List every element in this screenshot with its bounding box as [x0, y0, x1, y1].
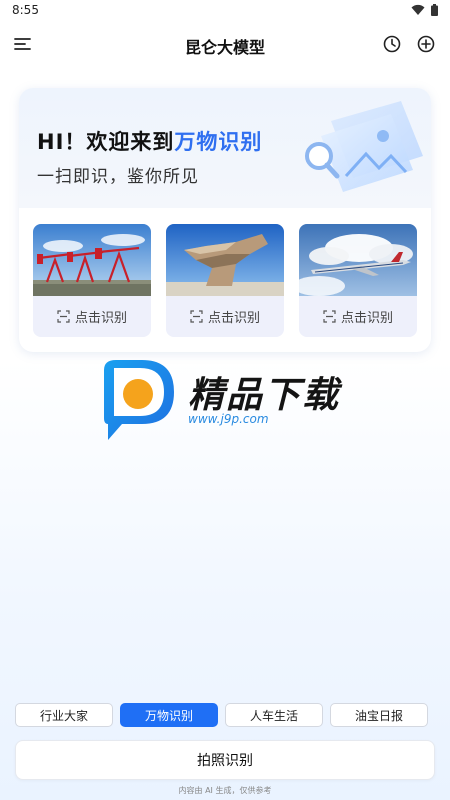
tab-industry-expert[interactable]: 行业大家 [15, 703, 113, 727]
image-search-illustration-icon [305, 101, 423, 192]
tab-daily-report[interactable]: 油宝日报 [330, 703, 428, 727]
scan-icon [190, 310, 203, 323]
wifi-icon [411, 4, 425, 15]
welcome-prefix: HI！欢迎来到 [37, 130, 175, 154]
rock-formation-image [166, 224, 284, 296]
status-icons [411, 4, 438, 16]
airplane-image [299, 224, 417, 296]
status-time: 8:55 [12, 3, 39, 17]
welcome-highlight: 万物识别 [174, 130, 263, 154]
scan-icon [323, 310, 336, 323]
scan-icon [57, 310, 70, 323]
recognize-label: 点击识别 [207, 311, 260, 326]
oil-pumpjacks-image [33, 224, 151, 296]
recognize-button[interactable]: 点击识别 [166, 296, 284, 337]
recognize-label: 点击识别 [74, 311, 127, 326]
sample-images: 点击识别 点击识别 点击识别 [33, 224, 419, 338]
history-icon [383, 35, 401, 53]
recognize-label: 点击识别 [340, 311, 393, 326]
recognize-button[interactable]: 点击识别 [33, 296, 151, 337]
j9p-logo-icon [104, 360, 174, 440]
recognize-button[interactable]: 点击识别 [299, 296, 417, 337]
welcome-subtitle: 一扫即识，鉴你所见 [37, 167, 199, 187]
battery-icon [431, 4, 438, 16]
sample-card-oil-pumpjacks[interactable]: 点击识别 [33, 224, 151, 337]
watermark-text: 精品下载 [188, 375, 341, 416]
welcome-heading: HI！欢迎来到万物识别 [37, 126, 262, 156]
status-bar: 8:55 [0, 0, 450, 22]
history-button[interactable] [382, 34, 402, 54]
welcome-card: HI！欢迎来到万物识别 一扫即识，鉴你所见 点击识别 点击识别 点击识别 [19, 88, 431, 352]
tab-vehicle-life[interactable]: 人车生活 [225, 703, 323, 727]
ai-disclaimer: 内容由 AI 生成，仅供参考 [178, 786, 272, 795]
mode-tabs: 行业大家 万物识别 人车生活 油宝日报 [15, 703, 429, 727]
watermark-logo: 精品下载 www.j9p.com [100, 358, 360, 444]
app-bar: 昆仑大模型 [0, 22, 450, 66]
welcome-banner: HI！欢迎来到万物识别 一扫即识，鉴你所见 [19, 88, 431, 208]
photo-recognition-button[interactable]: 拍照识别 [15, 740, 435, 780]
watermark-url: www.j9p.com [188, 412, 269, 426]
add-circle-icon [417, 35, 435, 53]
tab-object-recognition[interactable]: 万物识别 [120, 703, 218, 727]
sample-card-rock-formation[interactable]: 点击识别 [166, 224, 284, 337]
new-chat-button[interactable] [416, 34, 436, 54]
sample-card-airplane[interactable]: 点击识别 [299, 224, 417, 337]
